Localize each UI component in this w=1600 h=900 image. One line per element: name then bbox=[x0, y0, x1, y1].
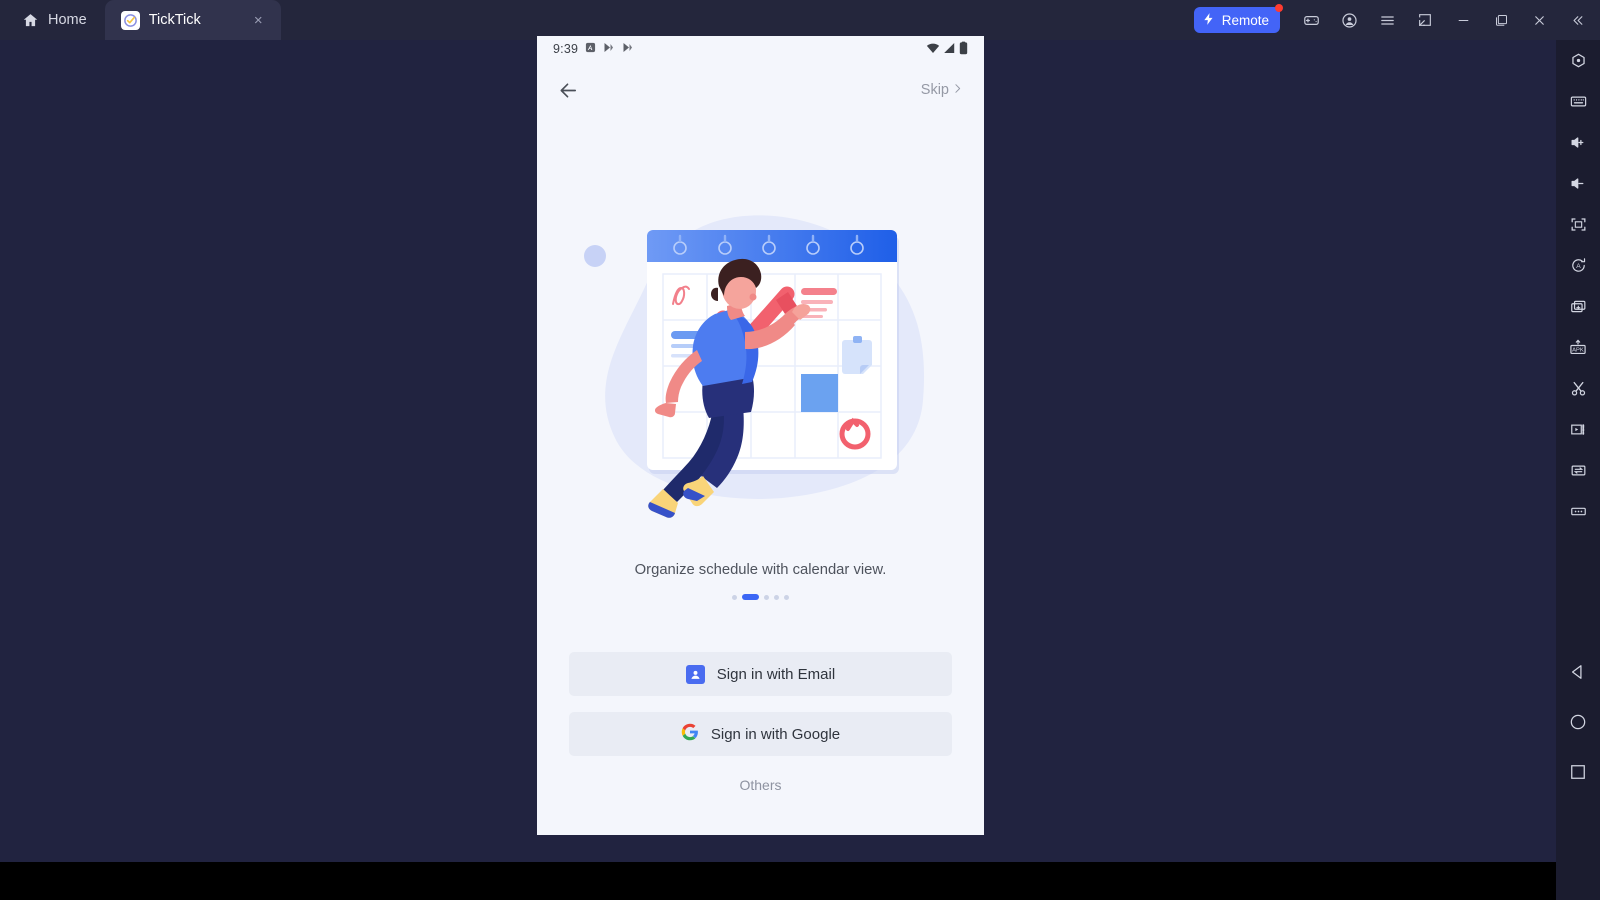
chevron-right-icon bbox=[951, 82, 964, 99]
sign-in-with-email-button[interactable]: Sign in with Email bbox=[569, 652, 952, 696]
page-dot-3[interactable] bbox=[764, 594, 769, 600]
tab-home[interactable]: Home bbox=[0, 0, 105, 40]
maximize-icon[interactable] bbox=[1482, 0, 1520, 40]
tab-ticktick-label: TickTick bbox=[148, 12, 201, 28]
sign-in-with-google-button[interactable]: Sign in with Google bbox=[569, 712, 952, 756]
title-bar: Home TickTick × Remote bbox=[0, 0, 1600, 40]
remote-notification-dot bbox=[1275, 4, 1283, 12]
svg-text:A: A bbox=[1576, 263, 1581, 270]
svg-text:APK: APK bbox=[1572, 347, 1584, 353]
apk-install-icon[interactable]: APK bbox=[1556, 327, 1600, 368]
app-notification-icon bbox=[585, 42, 596, 56]
wifi-icon bbox=[926, 42, 940, 57]
sign-in-with-email-label: Sign in with Email bbox=[716, 665, 836, 683]
onboarding-caption: Organize schedule with calendar view. bbox=[634, 562, 887, 578]
signin-button-group: Sign in with Email Sign in with Google O… bbox=[537, 652, 984, 793]
gamepad-icon[interactable] bbox=[1292, 0, 1330, 40]
auto-rotate-icon[interactable]: A bbox=[1556, 245, 1600, 286]
volume-down-icon[interactable] bbox=[1556, 163, 1600, 204]
signal-icon bbox=[943, 42, 956, 57]
email-contact-icon bbox=[685, 664, 705, 684]
settings-hexagon-icon[interactable] bbox=[1556, 40, 1600, 81]
android-recents-icon[interactable] bbox=[1556, 747, 1600, 797]
page-dot-5[interactable] bbox=[784, 594, 789, 600]
screen-record-icon[interactable] bbox=[1556, 409, 1600, 450]
onboarding-top-bar: Skip bbox=[537, 62, 984, 118]
emulator-window: Home TickTick × Remote A APK 9:39 Skip O… bbox=[0, 0, 1600, 900]
volume-up-icon[interactable] bbox=[1556, 122, 1600, 163]
multi-instance-icon[interactable] bbox=[1556, 286, 1600, 327]
scissors-icon[interactable] bbox=[1556, 368, 1600, 409]
minimize-icon[interactable] bbox=[1444, 0, 1482, 40]
lightning-bolt-icon bbox=[1202, 12, 1216, 29]
page-indicator bbox=[537, 594, 984, 600]
tab-ticktick[interactable]: TickTick × bbox=[104, 0, 281, 40]
play-notification-icon bbox=[603, 42, 615, 56]
back-arrow-icon[interactable] bbox=[557, 79, 580, 102]
more-options-icon[interactable] bbox=[1556, 491, 1600, 532]
status-bar-left: 9:39 bbox=[553, 42, 634, 56]
close-icon[interactable] bbox=[1520, 0, 1558, 40]
bottom-black-bar bbox=[0, 862, 1556, 900]
collapse-icon[interactable] bbox=[1558, 0, 1596, 40]
menu-icon[interactable] bbox=[1368, 0, 1406, 40]
status-bar: 9:39 bbox=[537, 36, 984, 62]
status-time: 9:39 bbox=[553, 42, 579, 56]
window-controls: Remote bbox=[1193, 0, 1600, 40]
skip-label: Skip bbox=[920, 82, 949, 98]
remote-button[interactable]: Remote bbox=[1193, 4, 1283, 33]
ticktick-app-icon bbox=[120, 10, 140, 30]
screenshot-icon[interactable] bbox=[1406, 0, 1444, 40]
page-dot-2[interactable] bbox=[742, 594, 759, 600]
android-back-icon[interactable] bbox=[1556, 647, 1600, 697]
deco-circle-1 bbox=[584, 245, 606, 267]
emulator-sidebar: A APK bbox=[1556, 40, 1600, 900]
home-icon bbox=[22, 12, 39, 29]
sign-in-with-google-label: Sign in with Google bbox=[710, 725, 841, 743]
page-dot-4[interactable] bbox=[774, 594, 779, 600]
tab-home-label: Home bbox=[48, 12, 87, 28]
calendar-organization-illustration bbox=[537, 118, 984, 528]
file-transfer-icon[interactable] bbox=[1556, 450, 1600, 491]
cell-highlight-blue bbox=[801, 374, 838, 412]
keyboard-icon[interactable] bbox=[1556, 81, 1600, 122]
fullscreen-icon[interactable] bbox=[1556, 204, 1600, 245]
page-dot-1[interactable] bbox=[732, 594, 737, 600]
tab-strip: Home TickTick × bbox=[0, 0, 281, 40]
skip-button[interactable]: Skip bbox=[921, 82, 964, 99]
play-notification-icon-2 bbox=[622, 42, 634, 56]
remote-button-label: Remote bbox=[1221, 12, 1269, 28]
status-bar-right bbox=[926, 41, 968, 58]
android-home-icon[interactable] bbox=[1556, 697, 1600, 747]
battery-icon bbox=[959, 41, 968, 58]
android-screen: 9:39 Skip Organize schedule with calenda… bbox=[537, 36, 984, 835]
tab-close-icon[interactable]: × bbox=[232, 13, 263, 28]
others-link[interactable]: Others bbox=[569, 777, 952, 793]
google-g-icon bbox=[681, 723, 699, 745]
cell-note-icon bbox=[842, 336, 872, 374]
account-icon[interactable] bbox=[1330, 0, 1368, 40]
